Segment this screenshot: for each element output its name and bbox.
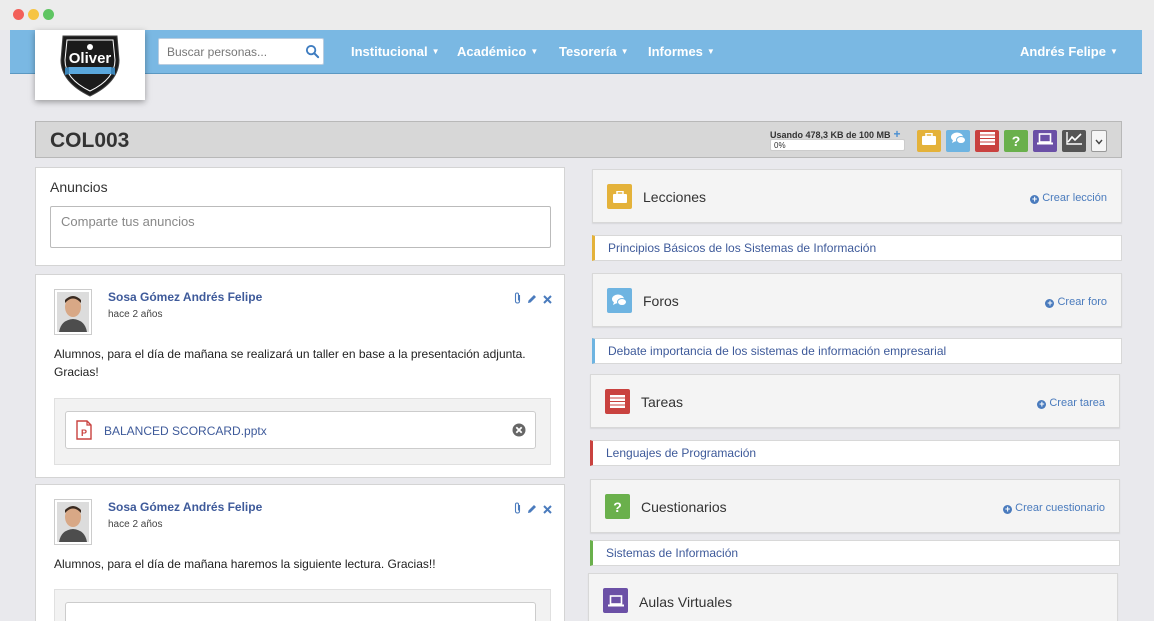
laptop-icon bbox=[603, 588, 628, 613]
module-title: Cuestionarios bbox=[641, 499, 727, 515]
stats-shortcut-button[interactable] bbox=[1062, 130, 1086, 152]
attachments-area bbox=[54, 589, 551, 621]
nav-tesoreria[interactable]: Tesorería ▼ bbox=[559, 44, 629, 59]
nav-institucional[interactable]: Institucional ▼ bbox=[351, 44, 439, 59]
svg-text:P: P bbox=[81, 428, 87, 438]
forum-item[interactable]: Debate importancia de los sistemas de in… bbox=[592, 338, 1122, 364]
module-title: Foros bbox=[643, 293, 679, 309]
announcements-title: Anuncios bbox=[50, 179, 108, 195]
question-icon: ? bbox=[1011, 133, 1021, 149]
chat-icon bbox=[950, 132, 966, 150]
window-titlebar bbox=[0, 0, 1154, 30]
post-author[interactable]: Sosa Gómez Andrés Felipe bbox=[108, 500, 262, 514]
avatar[interactable] bbox=[54, 289, 92, 335]
attachment-item[interactable]: P BALANCED SCORCARD.pptx bbox=[65, 411, 536, 449]
attachments-area: P BALANCED SCORCARD.pptx bbox=[54, 398, 551, 465]
lesson-item[interactable]: Principios Básicos de los Sistemas de In… bbox=[592, 235, 1122, 261]
attachment-item[interactable] bbox=[65, 602, 536, 621]
plus-circle-icon: + bbox=[1037, 399, 1047, 409]
module-title: Lecciones bbox=[643, 189, 707, 205]
remove-attachment-icon[interactable] bbox=[512, 423, 526, 442]
question-icon: ? bbox=[605, 494, 630, 519]
logo-text: Oliver bbox=[69, 50, 112, 67]
post-time: hace 2 años bbox=[108, 519, 163, 530]
forums-module: Foros + Crear foro bbox=[592, 273, 1122, 327]
plus-circle-icon: + bbox=[1045, 298, 1055, 308]
chevron-down-icon bbox=[1095, 132, 1103, 150]
lessons-shortcut-button[interactable] bbox=[917, 130, 941, 152]
nav-user-menu[interactable]: Andrés Felipe ▼ bbox=[1020, 44, 1118, 59]
search-icon[interactable] bbox=[305, 44, 320, 64]
caret-down-icon: ▼ bbox=[706, 47, 715, 56]
delete-icon[interactable] bbox=[543, 501, 552, 519]
lessons-module: Lecciones + Crear lección bbox=[592, 169, 1122, 223]
post-actions bbox=[514, 501, 552, 519]
chart-icon bbox=[1066, 132, 1082, 150]
pptx-file-icon: P bbox=[76, 420, 92, 445]
share-announcement-input[interactable] bbox=[50, 206, 551, 248]
quizzes-shortcut-button[interactable]: ? bbox=[1004, 130, 1028, 152]
create-lesson-link[interactable]: + Crear lección bbox=[1030, 192, 1107, 204]
caret-down-icon: ▼ bbox=[431, 47, 440, 56]
course-title: COL003 bbox=[50, 129, 130, 152]
create-task-link[interactable]: + Crear tarea bbox=[1037, 397, 1105, 409]
forums-shortcut-button[interactable] bbox=[946, 130, 970, 152]
tasks-icon bbox=[979, 132, 995, 150]
school-logo[interactable]: Oliver bbox=[35, 30, 145, 100]
storage-progress-label: 0% bbox=[774, 141, 786, 150]
quiz-item[interactable]: Sistemas de Información bbox=[590, 540, 1120, 566]
announcement-post: Sosa Gómez Andrés Felipe hace 2 años Alu… bbox=[35, 274, 565, 478]
minimize-window-button[interactable] bbox=[28, 9, 39, 20]
announcement-post: Sosa Gómez Andrés Felipe hace 2 años Alu… bbox=[35, 484, 565, 621]
plus-circle-icon: + bbox=[1030, 194, 1040, 204]
tasks-module: Tareas + Crear tarea bbox=[590, 374, 1120, 428]
maximize-window-button[interactable] bbox=[43, 9, 54, 20]
nav-informes[interactable]: Informes ▼ bbox=[648, 44, 715, 59]
avatar[interactable] bbox=[54, 499, 92, 545]
virtual-rooms-shortcut-button[interactable] bbox=[1033, 130, 1057, 152]
tasks-shortcut-button[interactable] bbox=[975, 130, 999, 152]
post-time: hace 2 años bbox=[108, 309, 163, 320]
post-actions bbox=[514, 291, 552, 309]
briefcase-icon bbox=[607, 184, 632, 209]
paperclip-icon[interactable] bbox=[514, 501, 521, 519]
search-box bbox=[158, 38, 324, 65]
edit-icon[interactable] bbox=[527, 291, 537, 309]
nav-academico[interactable]: Académico ▼ bbox=[457, 44, 538, 59]
module-title: Aulas Virtuales bbox=[639, 594, 733, 610]
module-title: Tareas bbox=[641, 394, 684, 410]
briefcase-icon bbox=[922, 132, 936, 150]
create-quiz-link[interactable]: + Crear cuestionario bbox=[1003, 502, 1105, 514]
caret-down-icon: ▼ bbox=[530, 47, 539, 56]
create-forum-link[interactable]: + Crear foro bbox=[1045, 296, 1107, 308]
delete-icon[interactable] bbox=[543, 291, 552, 309]
post-author[interactable]: Sosa Gómez Andrés Felipe bbox=[108, 290, 262, 304]
virtual-rooms-module: Aulas Virtuales bbox=[588, 573, 1118, 621]
tasks-icon bbox=[605, 389, 630, 414]
chat-icon bbox=[607, 288, 632, 313]
announcements-panel: Anuncios bbox=[35, 167, 565, 266]
plus-circle-icon: + bbox=[1003, 504, 1013, 514]
paperclip-icon[interactable] bbox=[514, 291, 521, 309]
task-item[interactable]: Lenguajes de Programación bbox=[590, 440, 1120, 466]
edit-icon[interactable] bbox=[527, 501, 537, 519]
laptop-icon bbox=[1037, 132, 1053, 150]
post-text: Alumnos, para el día de mañana se realiz… bbox=[54, 347, 526, 379]
quizzes-module: ? Cuestionarios + Crear cuestionario bbox=[590, 479, 1120, 533]
post-text: Alumnos, para el día de mañana haremos l… bbox=[54, 557, 436, 571]
more-options-button[interactable] bbox=[1091, 130, 1107, 152]
caret-down-icon: ▼ bbox=[620, 47, 629, 56]
attachment-name[interactable]: BALANCED SCORCARD.pptx bbox=[104, 424, 267, 438]
storage-progress: 0% bbox=[770, 139, 905, 151]
course-header: COL003 Usando 478,3 KB de 100 MB + 0% ? bbox=[35, 121, 1122, 158]
close-window-button[interactable] bbox=[13, 9, 24, 20]
caret-down-icon: ▼ bbox=[1109, 47, 1118, 56]
search-input[interactable] bbox=[159, 39, 299, 64]
